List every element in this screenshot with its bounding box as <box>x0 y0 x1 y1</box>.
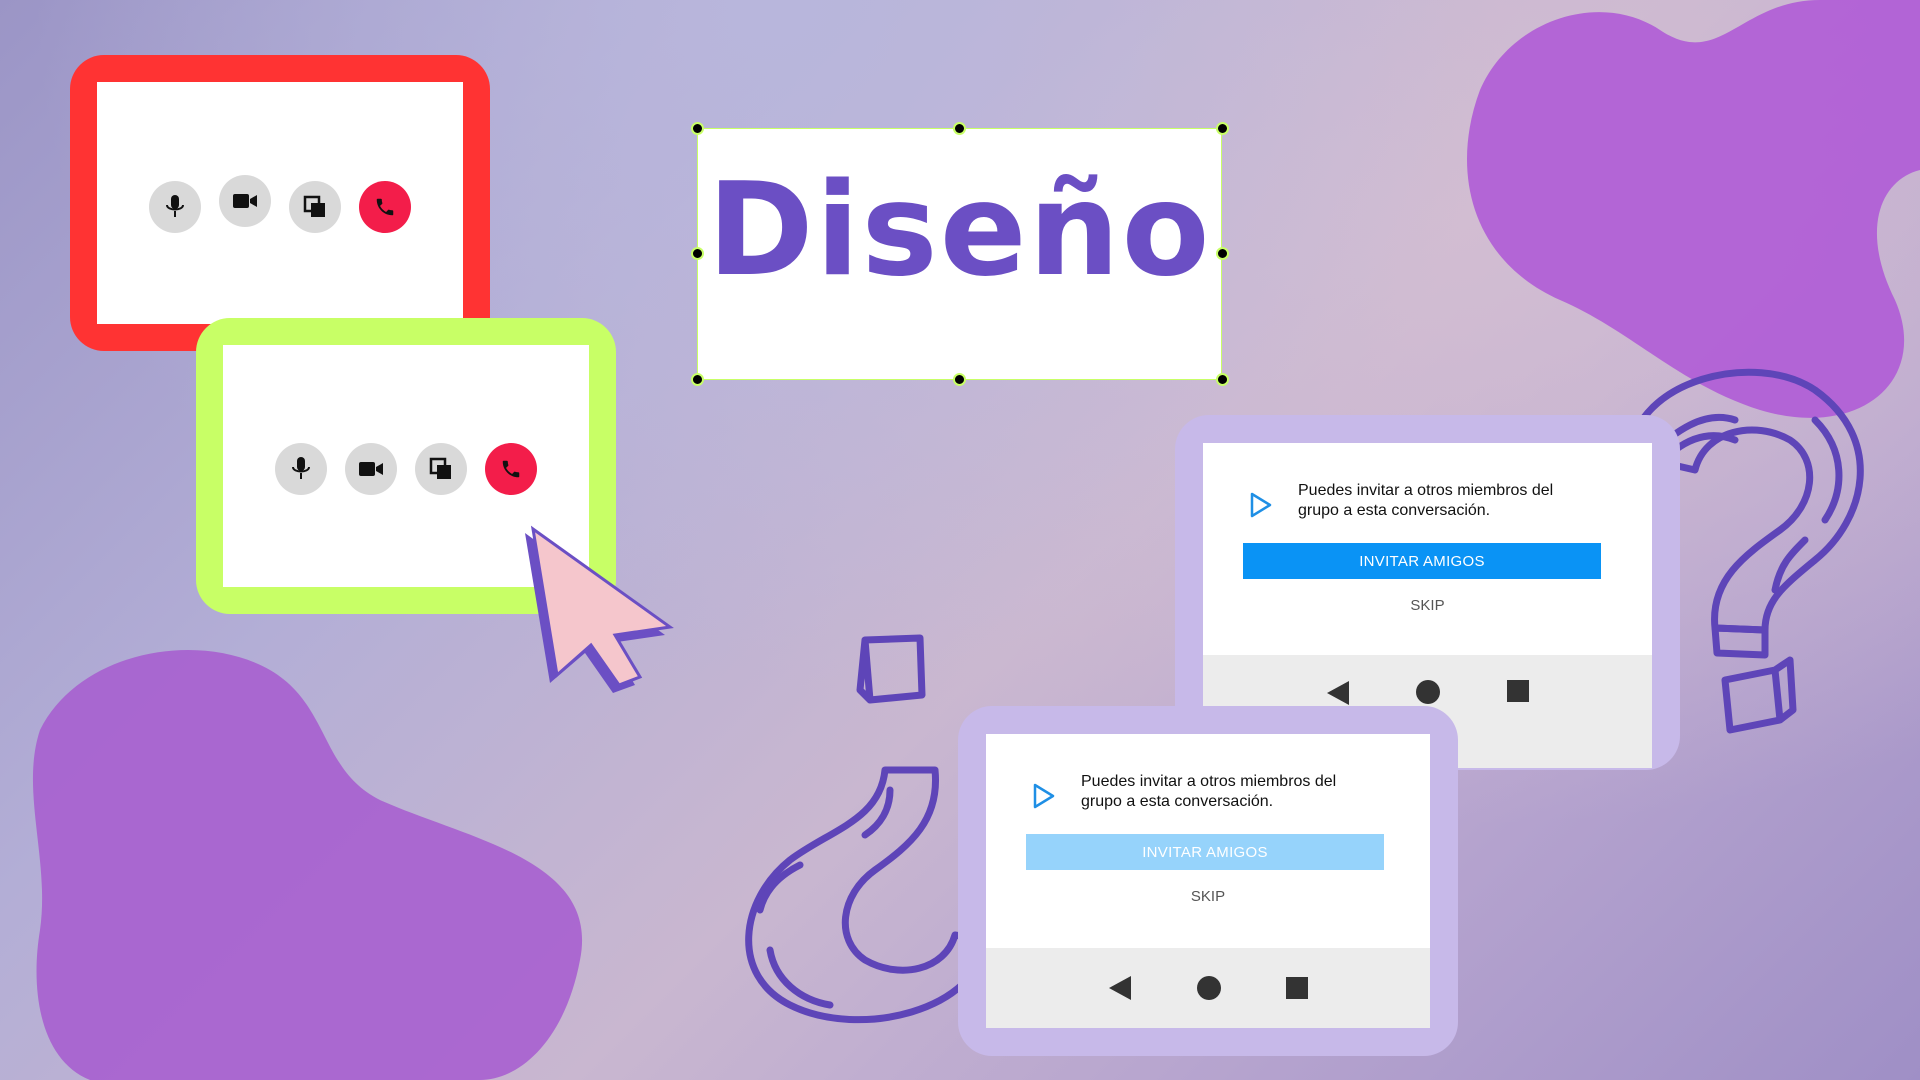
play-icon <box>1250 492 1272 518</box>
resize-handle-bl[interactable] <box>691 373 704 386</box>
resize-handle-ml[interactable] <box>691 247 704 260</box>
screen-share-button[interactable] <box>415 443 467 495</box>
video-camera-icon <box>359 462 383 476</box>
screen-share-icon <box>429 457 451 479</box>
home-circle-icon[interactable] <box>1196 975 1222 1001</box>
call-panel-red <box>70 55 490 351</box>
screen-share-icon <box>303 195 325 217</box>
screen-share-button[interactable] <box>289 181 341 233</box>
invite-friends-button[interactable]: INVITAR AMIGOS <box>1243 543 1601 579</box>
blob-bottom-left <box>32 650 583 1080</box>
back-triangle-icon[interactable] <box>1325 679 1351 707</box>
invite-message-row: Puedes invitar a otros miembros del grup… <box>1248 481 1622 521</box>
end-call-button[interactable] <box>485 443 537 495</box>
resize-handle-bm[interactable] <box>953 373 966 386</box>
call-controls <box>275 443 537 495</box>
invite-message-row: Puedes invitar a otros miembros del grup… <box>1031 772 1400 812</box>
call-panel-body <box>97 82 463 324</box>
call-controls <box>149 175 411 233</box>
skip-button[interactable]: SKIP <box>986 888 1430 905</box>
end-call-icon <box>502 460 520 478</box>
video-camera-icon <box>233 194 257 208</box>
android-navbar <box>986 948 1430 1028</box>
microphone-icon <box>292 457 310 479</box>
video-button[interactable] <box>345 443 397 495</box>
skip-button[interactable]: SKIP <box>1203 597 1652 614</box>
page-title: Diseño <box>707 156 1212 305</box>
resize-handle-tl[interactable] <box>691 122 704 135</box>
video-button[interactable] <box>219 175 271 227</box>
invite-card-front: Puedes invitar a otros miembros del grup… <box>958 706 1458 1056</box>
back-triangle-icon[interactable] <box>1107 974 1133 1002</box>
microphone-button[interactable] <box>149 181 201 233</box>
invite-message: Puedes invitar a otros miembros del grup… <box>1081 773 1337 810</box>
invite-friends-button-disabled[interactable]: INVITAR AMIGOS <box>1026 834 1384 870</box>
end-call-icon <box>376 198 394 216</box>
microphone-icon <box>166 195 184 217</box>
resize-handle-tm[interactable] <box>953 122 966 135</box>
play-icon <box>1033 783 1055 809</box>
recents-square-icon[interactable] <box>1506 679 1530 703</box>
phone-screen: Puedes invitar a otros miembros del grup… <box>986 734 1430 1028</box>
microphone-button[interactable] <box>275 443 327 495</box>
end-call-button[interactable] <box>359 181 411 233</box>
resize-handle-br[interactable] <box>1216 373 1229 386</box>
resize-handle-tr[interactable] <box>1216 122 1229 135</box>
cursor-arrow-icon <box>525 525 674 693</box>
invite-message: Puedes invitar a otros miembros del grup… <box>1298 482 1554 519</box>
resize-handle-mr[interactable] <box>1216 247 1229 260</box>
title-box[interactable]: Diseño <box>697 128 1222 380</box>
recents-square-icon[interactable] <box>1285 976 1309 1000</box>
home-circle-icon[interactable] <box>1415 679 1441 705</box>
